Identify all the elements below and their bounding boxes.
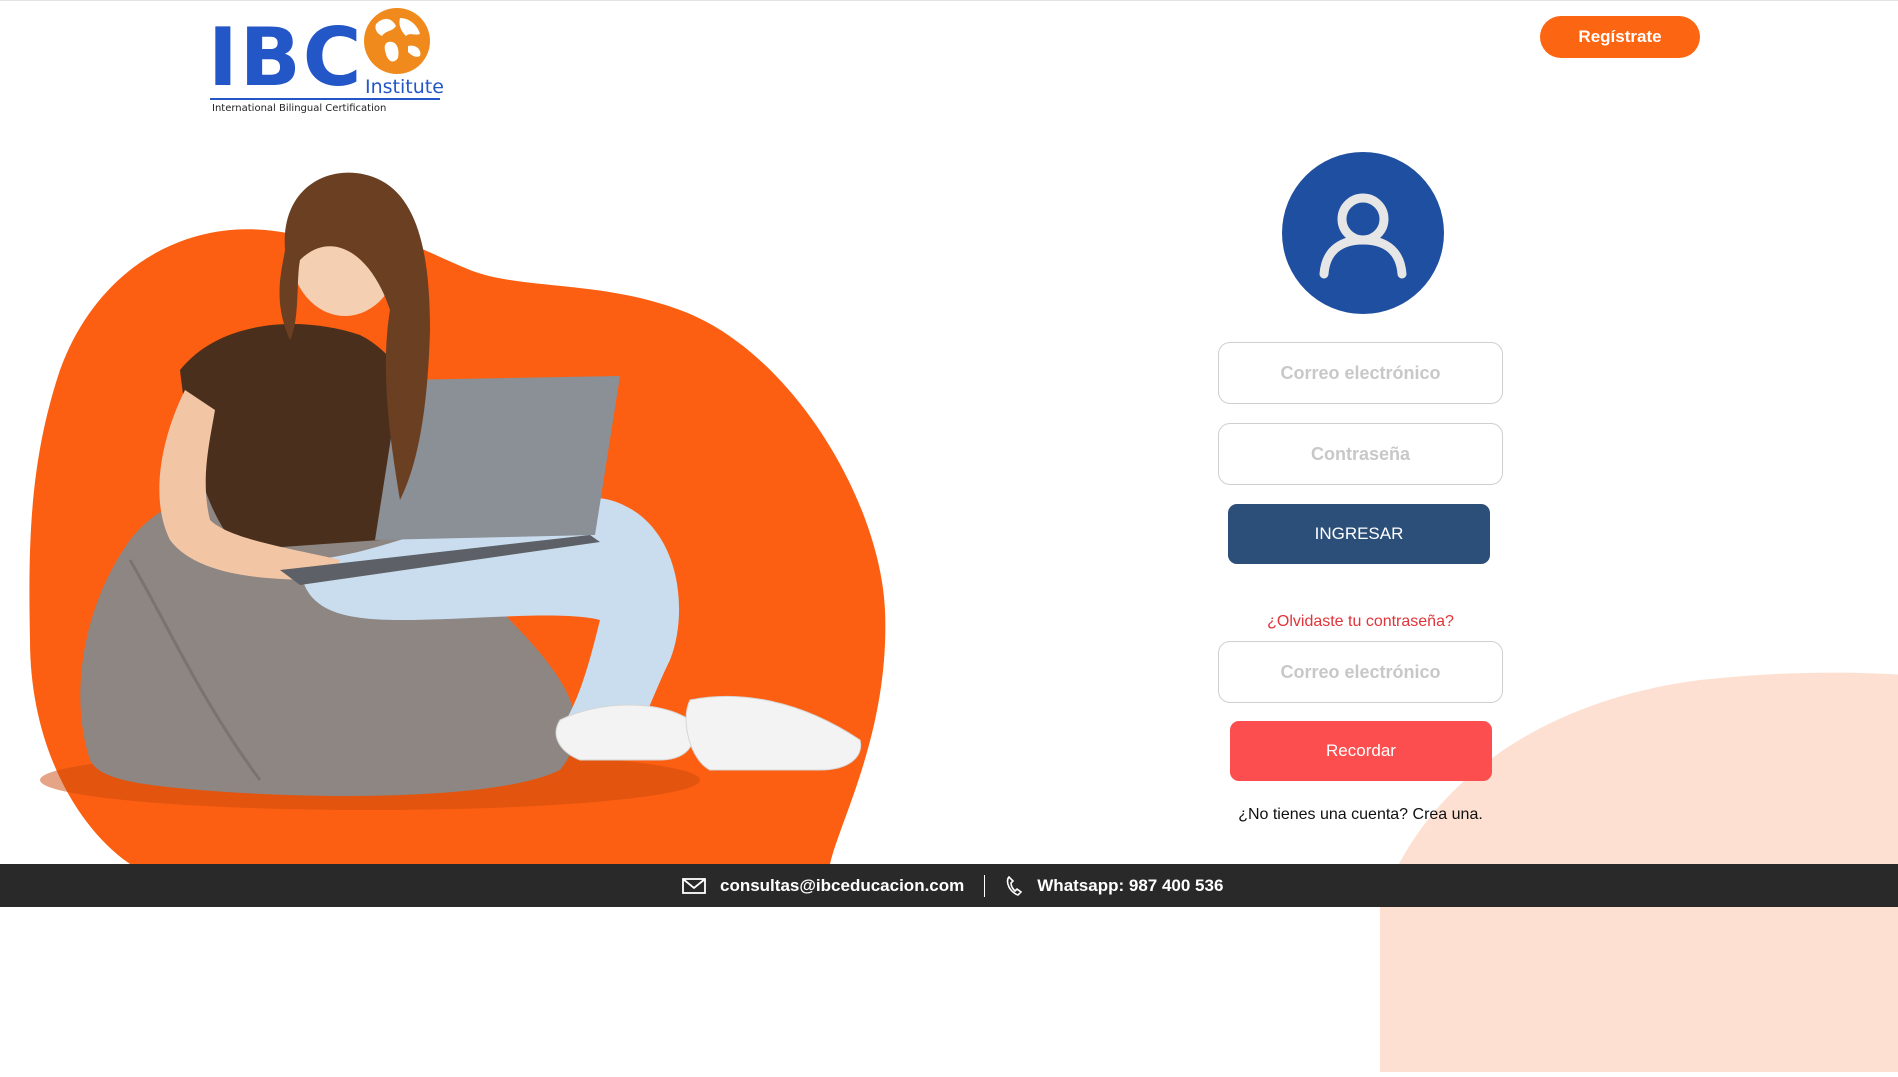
register-button[interactable]: Regístrate <box>1540 16 1700 58</box>
login-button[interactable]: INGRESAR <box>1228 504 1490 564</box>
forgot-password-link[interactable]: ¿Olvidaste tu contraseña? <box>1218 613 1503 631</box>
logo-subtitle: International Bilingual Certification <box>212 103 387 114</box>
logo-letters: IBC <box>208 11 364 104</box>
ibc-logo[interactable]: IBC Institute International Bilingual Ce… <box>208 6 444 118</box>
mail-icon <box>682 877 706 895</box>
logo-institute-text: Institute <box>365 76 444 98</box>
phone-icon <box>1005 875 1023 897</box>
hero-illustration <box>0 140 900 864</box>
globe-icon <box>362 6 432 76</box>
remind-button[interactable]: Recordar <box>1230 721 1492 781</box>
user-avatar <box>1282 152 1444 314</box>
footer-email-link[interactable]: consultas@ibceducacion.com <box>720 876 964 896</box>
password-field[interactable]: Contraseña <box>1218 423 1503 485</box>
girl-shoe-left <box>555 704 695 761</box>
reset-email-field[interactable]: Correo electrónico <box>1218 641 1503 703</box>
footer-contacts: consultas@ibceducacion.com Whatsapp: 987… <box>682 864 1223 907</box>
top-divider <box>0 0 1898 1</box>
email-field[interactable]: Correo electrónico <box>1218 342 1503 404</box>
footer: consultas@ibceducacion.com Whatsapp: 987… <box>0 864 1898 907</box>
logo-underline <box>210 98 440 100</box>
user-icon <box>1319 193 1407 279</box>
footer-separator <box>984 874 986 897</box>
footer-whatsapp[interactable]: Whatsapp: 987 400 536 <box>1037 876 1223 896</box>
signup-link[interactable]: ¿No tienes una cuenta? Crea una. <box>1218 806 1503 824</box>
